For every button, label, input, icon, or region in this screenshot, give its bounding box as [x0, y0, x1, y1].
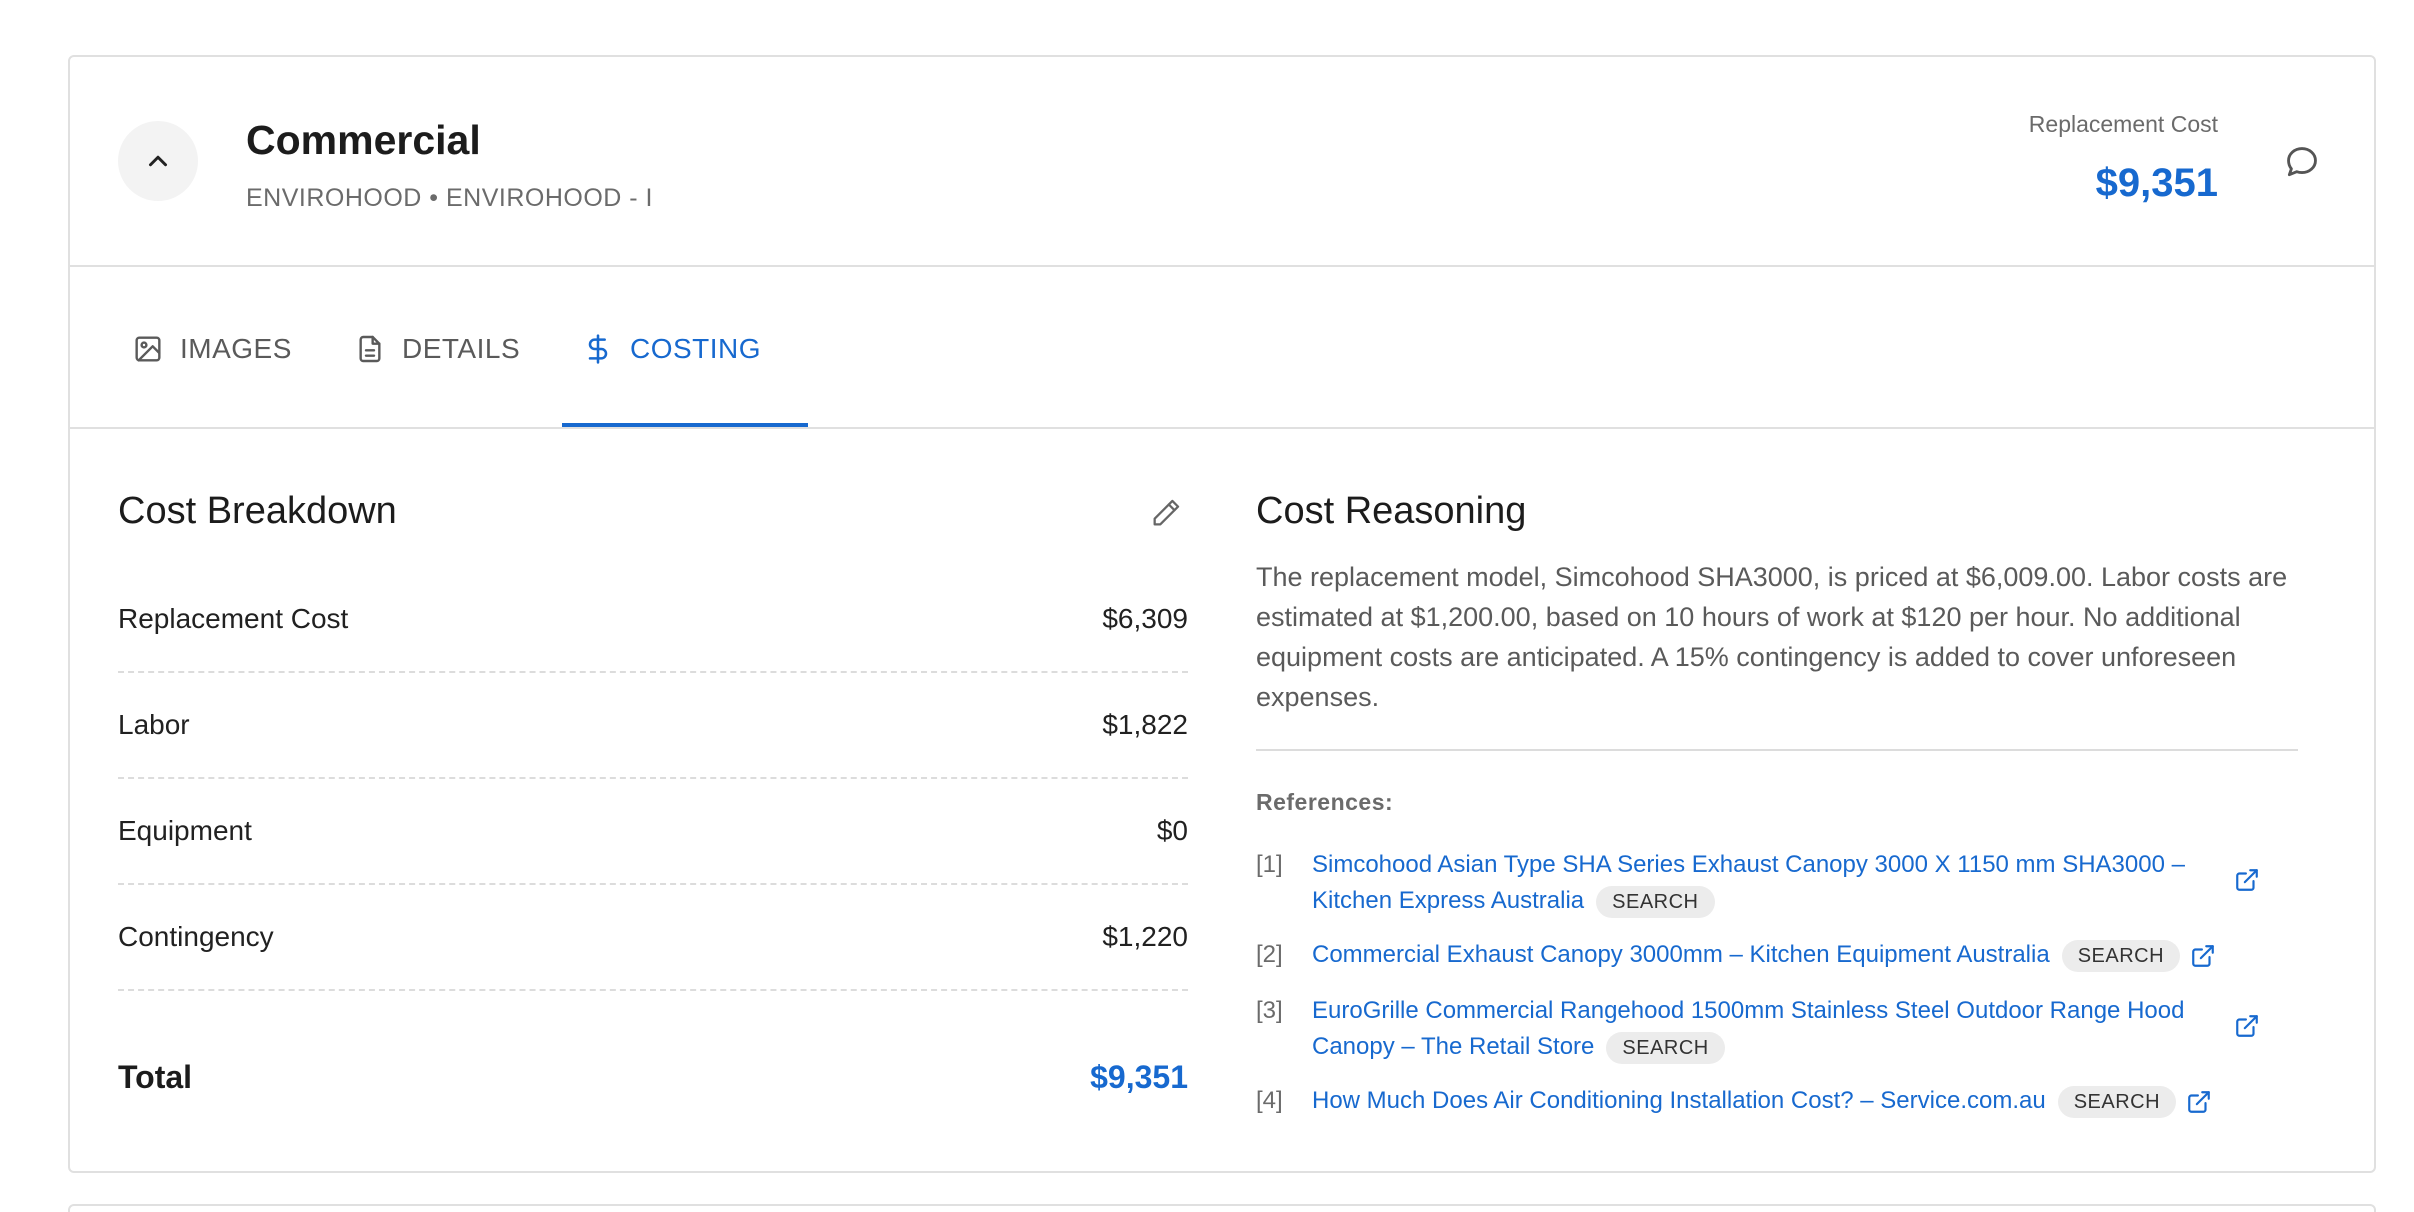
external-link-button[interactable]: [2234, 1013, 2260, 1039]
search-badge: SEARCH: [2061, 939, 2181, 972]
comment-button[interactable]: [2280, 140, 2324, 184]
reference-item: [2] Commercial Exhaust Canopy 3000mm – K…: [1256, 937, 2306, 973]
document-icon: [359, 335, 381, 363]
breakdown-label: Replacement Cost: [118, 603, 349, 634]
reference-item: [1] Simcohood Asian Type SHA Series Exha…: [1256, 847, 2306, 919]
tab-images[interactable]: IMAGES: [132, 269, 292, 429]
chevron-up-icon: [149, 155, 167, 167]
active-tab-indicator: [562, 423, 808, 427]
breakdown-value: $6,309: [1102, 603, 1188, 634]
tab-bar: IMAGES DETAILS COSTING: [70, 269, 2374, 429]
external-link-button[interactable]: [2190, 943, 2216, 969]
reference-link[interactable]: Simcohood Asian Type SHA Series Exhaust …: [1312, 851, 2185, 914]
breakdown-row-equipment: Equipment $0: [118, 779, 1188, 885]
breakdown-total-row: Total $9,351: [118, 1047, 1188, 1107]
breakdown-label: Equipment: [118, 815, 252, 846]
cost-breakdown-title: Cost Breakdown: [118, 490, 397, 532]
tab-costing-label: COSTING: [630, 333, 762, 364]
reference-number: [2]: [1256, 941, 1283, 968]
reference-link[interactable]: Commercial Exhaust Canopy 3000mm – Kitch…: [1312, 941, 2050, 968]
reference-item: [4] How Much Does Air Conditioning Insta…: [1256, 1083, 2306, 1119]
reference-link[interactable]: How Much Does Air Conditioning Installat…: [1312, 1087, 2046, 1114]
external-link-button[interactable]: [2186, 1089, 2212, 1115]
external-link-icon: [2236, 1015, 2258, 1037]
search-badge: SEARCH: [1596, 885, 1715, 918]
replacement-cost-label: Replacement Cost: [2028, 111, 2218, 137]
reference-link[interactable]: EuroGrille Commercial Rangehood 1500mm S…: [1312, 997, 2184, 1060]
reference-number: [3]: [1256, 997, 1283, 1024]
search-badge: SEARCH: [2057, 1085, 2177, 1118]
breakdown-row-contingency: Contingency $1,220: [118, 885, 1188, 991]
comment-icon: [2287, 147, 2317, 177]
reference-body: How Much Does Air Conditioning Installat…: [1312, 1083, 2302, 1119]
total-label: Total: [118, 1058, 193, 1095]
external-link-button[interactable]: [2234, 867, 2260, 893]
references-label: References:: [1256, 789, 1394, 815]
breakdown-value: $1,220: [1102, 921, 1188, 952]
breakdown-label: Contingency: [118, 921, 274, 952]
dollar-icon: [588, 334, 608, 364]
asset-card: Commercial ENVIROHOOD • ENVIROHOOD - I R…: [68, 55, 2376, 1173]
reference-body: EuroGrille Commercial Rangehood 1500mm S…: [1312, 993, 2242, 1065]
divider: [1256, 749, 2298, 751]
edit-button[interactable]: [1146, 493, 1186, 533]
tab-costing[interactable]: COSTING: [582, 269, 761, 429]
next-card: [68, 1204, 2376, 1212]
breakdown-value: $1,822: [1102, 709, 1188, 740]
cost-reasoning-title: Cost Reasoning: [1256, 490, 1527, 532]
total-value: $9,351: [1090, 1058, 1188, 1095]
cost-reasoning-text: The replacement model, Simcohood SHA3000…: [1256, 562, 2288, 712]
reference-number: [1]: [1256, 851, 1283, 878]
reference-item: [3] EuroGrille Commercial Rangehood 1500…: [1256, 993, 2306, 1065]
pencil-icon: [1153, 499, 1180, 526]
asset-title: Commercial: [246, 117, 481, 163]
asset-subtitle: ENVIROHOOD • ENVIROHOOD - I: [246, 184, 654, 212]
card-header: Commercial ENVIROHOOD • ENVIROHOOD - I R…: [70, 57, 2374, 267]
breakdown-row-replacement: Replacement Cost $6,309: [118, 567, 1188, 673]
tab-details[interactable]: DETAILS: [354, 269, 520, 429]
replacement-cost-value: $9,351: [2095, 161, 2218, 205]
tab-details-label: DETAILS: [402, 333, 521, 364]
reference-body: Commercial Exhaust Canopy 3000mm – Kitch…: [1312, 937, 2302, 973]
tab-images-label: IMAGES: [180, 333, 292, 364]
breakdown-row-labor: Labor $1,822: [118, 673, 1188, 779]
collapse-button[interactable]: [118, 121, 198, 201]
image-icon: [135, 336, 161, 362]
reference-number: [4]: [1256, 1087, 1283, 1114]
external-link-icon: [2188, 1090, 2210, 1113]
external-link-icon: [2236, 869, 2258, 891]
reference-body: Simcohood Asian Type SHA Series Exhaust …: [1312, 847, 2242, 919]
breakdown-label: Labor: [118, 709, 190, 740]
breakdown-value: $0: [1156, 815, 1188, 846]
external-link-icon: [2192, 944, 2214, 967]
search-badge: SEARCH: [1606, 1031, 1725, 1064]
